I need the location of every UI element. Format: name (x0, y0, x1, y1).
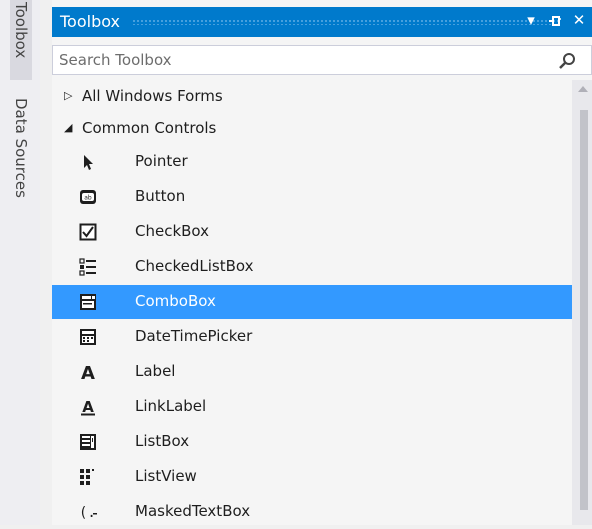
side-tab-toolbox-label: Toolbox (12, 2, 30, 59)
datetimepicker-icon (80, 329, 96, 345)
list-item-combobox[interactable]: ComboBox (52, 285, 572, 319)
side-tab-data-sources-label: Data Sources (12, 98, 30, 198)
maskedtextbox-icon: (.) (79, 505, 97, 521)
group-label: All Windows Forms (82, 87, 223, 105)
checkbox-icon (79, 223, 97, 241)
list-item-listview[interactable]: ListView (52, 460, 572, 494)
list-item-label[interactable]: A Label (52, 355, 572, 389)
pointer-icon (84, 155, 93, 170)
list-item-checkedlistbox[interactable]: CheckedListBox (52, 250, 572, 284)
window-position-dropdown-icon[interactable]: ▾ (522, 11, 540, 29)
svg-text:A: A (82, 398, 94, 416)
search-icon[interactable] (559, 52, 577, 70)
label-icon: A (81, 363, 95, 381)
item-label: Pointer (135, 152, 188, 170)
title-grip (132, 19, 558, 25)
search-input[interactable] (59, 49, 539, 71)
item-label: DateTimePicker (135, 327, 253, 345)
collapsed-arrow-icon[interactable]: ▷ (64, 89, 72, 102)
group-common-controls[interactable]: ◢ Common Controls (52, 112, 572, 146)
list-item-pointer[interactable]: Pointer (52, 145, 572, 179)
expanded-arrow-icon[interactable]: ◢ (64, 121, 72, 134)
item-label: ComboBox (135, 292, 216, 310)
item-label: ListView (135, 467, 197, 485)
item-label: LinkLabel (135, 397, 207, 415)
item-label: Label (135, 362, 176, 380)
toolbox-titlebar[interactable]: Toolbox ▾ ✕ (52, 7, 592, 37)
item-label: CheckedListBox (135, 257, 254, 275)
pin-icon[interactable] (546, 11, 564, 32)
list-item-datetimepicker[interactable]: DateTimePicker (52, 320, 572, 354)
list-item-linklabel[interactable]: A LinkLabel (52, 390, 572, 424)
item-label: ListBox (135, 432, 190, 450)
vertical-scrollbar[interactable] (572, 80, 592, 525)
linklabel-icon: A (81, 398, 95, 416)
side-tab-toolbox[interactable]: Toolbox (10, 0, 32, 80)
group-all-windows-forms[interactable]: ▷ All Windows Forms (52, 80, 572, 114)
side-tab-data-sources[interactable]: Data Sources (10, 96, 32, 214)
list-item-button[interactable]: ab Button (52, 180, 572, 214)
scroll-up-arrow-icon[interactable] (578, 86, 588, 92)
item-label: Button (135, 187, 186, 205)
svg-text:A: A (81, 363, 95, 381)
listbox-icon (80, 434, 96, 450)
toolbox-list: ▷ All Windows Forms ◢ Common Controls Po… (52, 80, 572, 525)
side-tab-strip: Toolbox Data Sources (0, 0, 40, 525)
list-item-checkbox[interactable]: CheckBox (52, 215, 572, 249)
scroll-thumb[interactable] (580, 110, 588, 510)
list-item-maskedtextbox[interactable]: (.) MaskedTextBox (52, 495, 572, 529)
toolbox-panel: Toolbox ▾ ✕ ▷ All Windows Forms ◢ Common… (52, 0, 592, 525)
combobox-icon (80, 294, 96, 310)
item-label: CheckBox (135, 222, 210, 240)
item-label: MaskedTextBox (135, 502, 251, 520)
group-label: Common Controls (82, 119, 217, 137)
list-item-listbox[interactable]: ListBox (52, 425, 572, 459)
toolbox-title: Toolbox (60, 12, 120, 31)
search-box (52, 45, 592, 75)
checkedlistbox-icon (79, 258, 96, 276)
listview-icon (80, 469, 94, 485)
button-icon: ab (80, 190, 96, 204)
close-icon[interactable]: ✕ (570, 11, 588, 29)
svg-text:ab: ab (84, 195, 92, 202)
